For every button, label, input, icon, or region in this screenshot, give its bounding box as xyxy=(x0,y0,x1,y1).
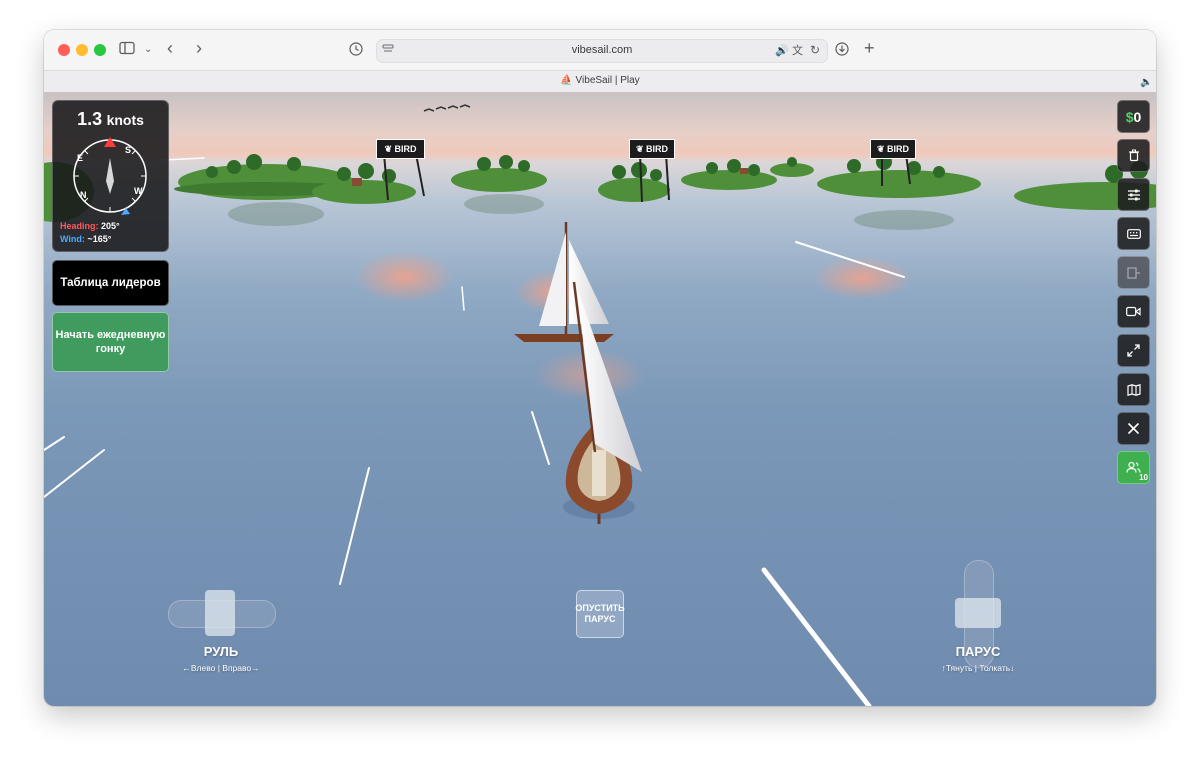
compass-letter: S xyxy=(125,145,131,155)
url-text: vibesail.com xyxy=(571,44,633,56)
forward-button[interactable]: › xyxy=(196,39,202,57)
bird-billboard: ❦ BIRD xyxy=(376,139,425,159)
bird-flock xyxy=(423,104,471,112)
rudder-slider-handle[interactable] xyxy=(205,590,235,636)
trash-icon xyxy=(1128,149,1139,162)
wind-readout: Wind: ~165° xyxy=(60,234,112,244)
sail-hint: ↑Тянуть | Толкать↓ xyxy=(941,663,1015,673)
address-bar[interactable]: vibesail.com 🔊 文 ↻ xyxy=(376,39,828,63)
x-share-button[interactable] xyxy=(1117,412,1150,445)
map-button[interactable] xyxy=(1117,373,1150,406)
translate-icon[interactable]: 文 xyxy=(792,43,803,59)
island xyxy=(681,159,777,190)
rudder-hint: ←Влево | Вправо→ xyxy=(182,663,260,673)
bird-billboard: ❦ BIRD xyxy=(629,139,675,159)
currency-button[interactable]: $ 0 xyxy=(1117,100,1150,133)
bird-billboard: ❦ BIRD xyxy=(870,139,916,159)
bird-icon: ❦ xyxy=(876,143,888,154)
leaderboard-button[interactable]: Таблица лидеров xyxy=(52,260,169,306)
zoom-window-button[interactable] xyxy=(94,44,106,56)
tab-title: VibeSail | Play xyxy=(575,75,640,86)
island xyxy=(451,155,547,192)
speaker-icon[interactable]: 🔊 xyxy=(775,43,789,59)
back-button[interactable]: ‹ xyxy=(167,39,173,57)
active-tab[interactable]: ⛵ VibeSail | Play xyxy=(44,75,1156,86)
players-button[interactable]: 10 xyxy=(1117,451,1150,484)
game-viewport[interactable]: ❦ BIRD ❦ BIRD ❦ BIRD 1.3 knots S W N E H… xyxy=(44,92,1156,706)
heading-readout: Heading: 205° xyxy=(60,221,120,231)
bird-icon: ❦ xyxy=(384,143,395,154)
chevron-down-icon[interactable]: ⌄ xyxy=(144,42,152,58)
sail-label: ПАРУС xyxy=(955,644,1001,659)
rudder-label: РУЛЬ xyxy=(203,644,239,659)
compass: S W N E xyxy=(73,137,147,215)
boat-select-button[interactable] xyxy=(1117,256,1150,289)
video-camera-icon xyxy=(1126,306,1141,317)
reload-icon[interactable]: ↻ xyxy=(810,42,820,58)
island xyxy=(598,162,670,202)
compass-needle-icon xyxy=(106,158,114,194)
tab-audio-icon[interactable]: 🔈 xyxy=(1140,75,1152,91)
island xyxy=(770,157,814,177)
new-tab-icon[interactable]: + xyxy=(864,39,875,57)
tab-bar: ⛵ VibeSail | Play 🔈 xyxy=(44,70,1156,94)
history-clock-icon[interactable] xyxy=(349,42,363,60)
x-logo-icon xyxy=(1127,422,1140,435)
browser-window: ⌄ ‹ › vibesail.com 🔊 文 ↻ + ⛵ VibeSail | … xyxy=(44,30,1156,706)
players-count-badge: 10 xyxy=(1139,473,1148,482)
sail-slider-handle[interactable] xyxy=(955,598,1001,628)
close-window-button[interactable] xyxy=(58,44,70,56)
browser-toolbar: ⌄ ‹ › vibesail.com 🔊 文 ↻ + xyxy=(44,30,1156,70)
sliders-icon xyxy=(1127,189,1140,200)
camera-button[interactable] xyxy=(1117,295,1150,328)
sidebar-icon[interactable] xyxy=(119,41,135,59)
compass-letter: E xyxy=(77,153,83,163)
settings-button[interactable] xyxy=(1117,178,1150,211)
fullscreen-button[interactable] xyxy=(1117,334,1150,367)
island xyxy=(817,154,981,198)
map-icon xyxy=(1126,383,1141,396)
compass-letter: N xyxy=(80,190,87,200)
heading-marker-icon xyxy=(104,137,116,147)
minimize-window-button[interactable] xyxy=(76,44,88,56)
expand-icon xyxy=(1127,344,1140,357)
bird-icon: ❦ xyxy=(635,143,647,154)
sailboat-favicon-icon: ⛵ xyxy=(560,75,573,86)
boat-icon xyxy=(1126,266,1140,279)
start-daily-race-button[interactable]: Начать ежедневную гонку xyxy=(52,312,169,372)
keyboard-icon xyxy=(1126,228,1141,239)
navigation-panel: 1.3 knots S W N E Heading: 205° Wind: ~1… xyxy=(52,100,169,252)
speed-readout: 1.3 knots xyxy=(77,109,144,129)
lower-sail-button[interactable]: ОПУСТИТЬ ПАРУС xyxy=(575,590,625,638)
trash-button[interactable] xyxy=(1117,139,1150,172)
compass-letter: W xyxy=(134,186,143,196)
download-icon[interactable] xyxy=(835,42,849,60)
keyboard-button[interactable] xyxy=(1117,217,1150,250)
